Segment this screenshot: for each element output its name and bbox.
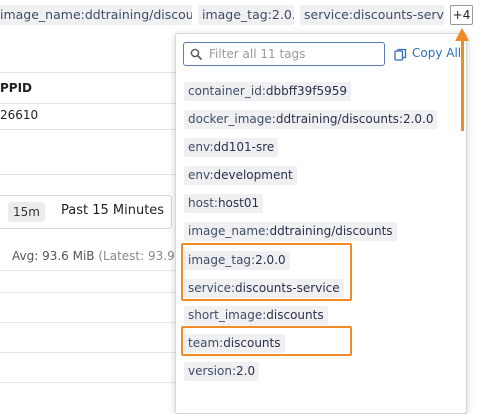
time-range-pill: 15m bbox=[8, 202, 45, 222]
tag-bar: image_name:ddtraining/discounts image_ta… bbox=[0, 0, 480, 32]
divider bbox=[0, 129, 175, 130]
search-icon bbox=[190, 48, 202, 60]
tag-value: host01 bbox=[217, 196, 260, 210]
tag-key: image_tag bbox=[188, 253, 252, 267]
tag-value: discounts bbox=[223, 336, 281, 350]
tag-image-tag[interactable]: image_tag:2.0.0 bbox=[198, 5, 294, 25]
tag-item-docker-image[interactable]: docker_image:ddtraining/discounts:2.0.0 bbox=[184, 110, 438, 129]
tag-key: team bbox=[188, 336, 220, 350]
annotation-arrow-line bbox=[461, 39, 464, 131]
tag-value: 2.0.0 bbox=[255, 253, 286, 267]
divider bbox=[0, 174, 175, 175]
filter-tags-input[interactable] bbox=[209, 45, 381, 63]
tag-value: discounts-service bbox=[235, 281, 340, 295]
tag-item-host[interactable]: host:host01 bbox=[184, 194, 264, 213]
tag-text: image_name:ddtraining/discounts bbox=[0, 7, 192, 22]
grid-line bbox=[0, 292, 175, 293]
grid-line bbox=[0, 322, 175, 323]
tag-item-service[interactable]: service:discounts-service bbox=[184, 279, 344, 298]
copy-icon bbox=[394, 48, 407, 61]
more-tags-button[interactable]: +4 bbox=[450, 5, 473, 25]
tag-item-container-id[interactable]: container_id:dbbff39f5959 bbox=[184, 82, 352, 101]
tag-key: image_name bbox=[188, 224, 266, 238]
tag-item-image-tag[interactable]: image_tag:2.0.0 bbox=[184, 251, 290, 270]
tag-key: env bbox=[188, 168, 210, 182]
time-range-label: Past 15 Minutes bbox=[61, 203, 165, 218]
tag-key: service bbox=[188, 281, 231, 295]
tag-key: container_id bbox=[188, 84, 262, 98]
latest-value: (Latest: 93.9 bbox=[98, 249, 175, 263]
tag-value: discounts bbox=[266, 308, 324, 322]
tag-text: image_tag:2.0.0 bbox=[202, 7, 294, 22]
tag-value: ddtraining/discounts:2.0.0 bbox=[275, 112, 434, 126]
ppid-value: 26610 bbox=[0, 108, 39, 122]
tag-item-env-dd101-sre[interactable]: env:dd101-sre bbox=[184, 138, 279, 157]
tag-value: dbbff39f5959 bbox=[265, 84, 348, 98]
tag-value: dd101-sre bbox=[213, 140, 275, 154]
table-header: PPID bbox=[0, 72, 175, 104]
tag-key: version bbox=[188, 364, 232, 378]
grid-line bbox=[0, 270, 175, 271]
tag-text: service:discounts-servi... bbox=[304, 7, 444, 22]
tag-item-short-image[interactable]: short_image:discounts bbox=[184, 306, 328, 325]
tag-item-team[interactable]: team:discounts bbox=[184, 334, 285, 353]
tags-popover: Copy All container_id:dbbff39f5959 docke… bbox=[175, 33, 467, 414]
grid-line bbox=[0, 382, 175, 383]
avg-value: Avg: 93.6 MiB bbox=[12, 249, 95, 263]
grid-line bbox=[0, 352, 175, 353]
page: image_name:ddtraining/discounts image_ta… bbox=[0, 0, 480, 414]
tag-item-version[interactable]: version:2.0 bbox=[184, 362, 260, 381]
filter-tags-field[interactable] bbox=[183, 42, 385, 66]
tag-key: short_image bbox=[188, 308, 263, 322]
copy-all-label: Copy All bbox=[412, 46, 462, 60]
tag-value: development bbox=[213, 168, 293, 182]
tag-key: host bbox=[188, 196, 214, 210]
tag-image-name[interactable]: image_name:ddtraining/discounts bbox=[0, 5, 192, 25]
tag-service[interactable]: service:discounts-servi... bbox=[300, 5, 444, 25]
column-header-ppid: PPID bbox=[0, 81, 33, 95]
table-row: 26610 bbox=[0, 104, 175, 130]
tag-key: env bbox=[188, 140, 210, 154]
tag-value: ddtraining/discounts bbox=[269, 224, 393, 238]
tag-key: docker_image bbox=[188, 112, 272, 126]
metric-summary: Avg: 93.6 MiB (Latest: 93.9 bbox=[12, 249, 175, 263]
tag-value: 2.0 bbox=[236, 364, 256, 378]
tag-item-image-name[interactable]: image_name:ddtraining/discounts bbox=[184, 222, 397, 241]
tag-item-env-development[interactable]: env:development bbox=[184, 166, 297, 185]
